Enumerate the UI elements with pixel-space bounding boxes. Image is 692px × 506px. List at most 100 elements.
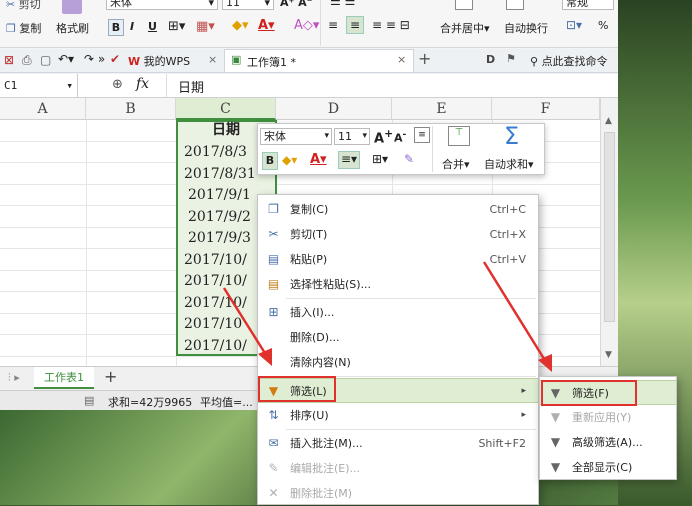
cell-date[interactable]: 2017/9/3 — [188, 228, 251, 250]
print-icon[interactable]: ⎙ — [22, 53, 32, 68]
menu-separator — [286, 298, 536, 299]
status-average: 平均值=... — [200, 396, 253, 409]
eraser-icon[interactable]: ✎ — [404, 152, 414, 166]
bold-button[interactable]: B — [108, 19, 124, 36]
number-format-select[interactable]: 常规 — [562, 0, 614, 10]
close-tab-icon[interactable]: × — [397, 53, 406, 66]
add-sheet-button[interactable]: + — [104, 367, 117, 386]
cell-date[interactable]: 2017/10 — [184, 314, 242, 336]
zoom-icon[interactable]: ⊕ — [112, 77, 123, 92]
align-top-icon[interactable]: ☰ ☰ — [330, 0, 355, 8]
reapply-icon: ▼ — [550, 410, 561, 424]
percent-button[interactable]: % — [598, 19, 608, 32]
format-cells-icon[interactable]: ≡ — [414, 127, 430, 143]
mini-merge-button[interactable]: 合并▾ — [442, 156, 470, 172]
cell-date[interactable]: 2017/10/ — [184, 271, 247, 293]
pin-icon[interactable]: ✔ — [110, 52, 120, 66]
menu-item-paste-special[interactable]: ▤ 选择性粘贴(S)... — [258, 272, 538, 297]
undo-icon[interactable]: ↶▾ — [58, 52, 74, 66]
menu-item-delete-comment[interactable]: ✕ 删除批注(M) — [258, 481, 538, 506]
column-header-f[interactable]: F — [492, 98, 600, 120]
menu-item-edit-comment[interactable]: ✎ 编辑批注(E)... — [258, 456, 538, 481]
menu-item-sort[interactable]: ⇅ 排序(U) ▸ — [258, 403, 538, 428]
paint-bucket-icon[interactable]: ◆▾ — [232, 18, 249, 33]
scroll-thumb[interactable] — [604, 132, 615, 322]
shrink-font-button[interactable]: A- — [394, 129, 406, 145]
column-header-a[interactable]: A — [0, 98, 86, 120]
cell-date[interactable]: 2017/10/ — [184, 250, 247, 272]
italic-button[interactable]: I — [130, 20, 134, 33]
paste-special-icon: ▤ — [267, 277, 280, 291]
scroll-down-icon[interactable]: ▼ — [605, 350, 612, 360]
cell-date[interactable]: 2017/10/ — [184, 293, 247, 315]
menu-item-paste[interactable]: ▤ 粘贴(P) Ctrl+V — [258, 247, 538, 272]
submenu-item-advanced-filter[interactable]: ▼ 高级筛选(A)... — [540, 430, 676, 455]
search-command[interactable]: ⚲ 点此查找命令 — [530, 53, 608, 69]
name-box[interactable]: C1 ▾ — [0, 74, 78, 97]
menu-item-insert-comment[interactable]: ✉ 插入批注(M)... Shift+F2 — [258, 431, 538, 456]
mini-size-select[interactable]: 11 ▾ — [334, 128, 370, 145]
autosum-button[interactable]: 自动求和▾ — [484, 156, 534, 172]
menu-item-insert[interactable]: ⊞ 插入(I)... — [258, 300, 538, 325]
column-header-d[interactable]: D — [276, 98, 392, 120]
border-icon[interactable]: ⊞▾ — [372, 152, 388, 166]
share-icon[interactable]: ⚑ — [506, 52, 516, 65]
cell-date[interactable]: 2017/8/31 — [184, 164, 256, 186]
mini-font-select[interactable]: 宋体 ▾ — [260, 128, 332, 145]
column-header-c[interactable]: C — [176, 98, 276, 120]
increase-font-icon[interactable]: A⁺ A⁻ — [280, 0, 312, 9]
sheet-nav-icon[interactable]: ⫶ ▸ — [8, 371, 20, 385]
submenu-item-show-all[interactable]: ▼ 全部显示(C) — [540, 455, 676, 480]
cell-date[interactable]: 2017/9/2 — [188, 207, 251, 229]
tab-workbook[interactable]: ▣ 工作簿1 * × — [224, 49, 414, 72]
align-center-icon[interactable]: ≡ — [346, 16, 364, 34]
comment-icon: ✉ — [268, 436, 279, 450]
column-header-e[interactable]: E — [392, 98, 492, 120]
format-painter-button[interactable]: 格式刷 — [56, 20, 89, 36]
align-center-icon[interactable]: ≡▾ — [338, 151, 360, 169]
submenu-item-reapply[interactable]: ▼ 重新应用(Y) — [540, 405, 676, 430]
redo-icon[interactable]: ↷ » — [84, 52, 105, 66]
align-left-icon[interactable]: ≡ — [328, 18, 338, 32]
grow-font-button[interactable]: A+ — [374, 127, 393, 146]
cut-button[interactable]: ✂ 剪切 — [6, 0, 41, 12]
pdf-icon[interactable]: ⊠ — [4, 53, 14, 67]
font-color-icon[interactable]: A▾ — [310, 152, 327, 167]
vertical-scrollbar[interactable]: ▲ ▼ — [600, 98, 618, 366]
function-button[interactable]: fx — [136, 76, 149, 92]
border-icon[interactable]: ⊞▾ — [168, 19, 185, 34]
merge-center-button[interactable]: 合并居中▾ — [440, 20, 490, 36]
menu-item-clear-contents[interactable]: 清除内容(N) — [258, 350, 538, 375]
context-menu: ❐ 复制(C) Ctrl+C ✂ 剪切(T) Ctrl+X ▤ 粘贴(P) Ctrl+V ▤… — [257, 194, 539, 505]
scroll-up-icon[interactable]: ▲ — [605, 116, 612, 126]
font-name-select[interactable]: 宋体 ▾ — [106, 0, 218, 10]
sheet-tab[interactable]: 工作表1 — [34, 367, 94, 389]
mini-bold-button[interactable]: B — [262, 152, 278, 170]
clear-format-icon[interactable]: A◇▾ — [294, 18, 319, 33]
advanced-filter-icon: ▼ — [550, 435, 561, 449]
column-header-b[interactable]: B — [86, 98, 176, 120]
align-right-icon[interactable]: ≡ ≡ ⊟ — [372, 18, 410, 32]
formula-input[interactable]: 日期 — [178, 77, 204, 96]
underline-button[interactable]: U — [148, 20, 157, 33]
font-size-select[interactable]: 11 ▾ — [222, 0, 274, 10]
mini-toolbar: 宋体 ▾ 11 ▾ A+ A- ≡ B ◆▾ A▾ ≡▾ ⊞▾ ✎ ⊤ 合并▾ Σ … — [257, 122, 545, 175]
wps-logo-icon: W — [128, 55, 141, 68]
menu-item-delete[interactable]: 删除(D)... — [258, 325, 538, 350]
close-tab-icon[interactable]: × — [208, 53, 217, 66]
add-tab-button[interactable]: + — [418, 49, 431, 68]
tab-my-wps[interactable]: W 我的WPS — [128, 53, 190, 69]
menu-item-cut[interactable]: ✂ 剪切(T) Ctrl+X — [258, 222, 538, 247]
copy-button[interactable]: ❐ 复制 — [6, 20, 41, 36]
currency-icon[interactable]: ⊡▾ — [566, 18, 582, 32]
fill-color-icon[interactable]: ▦▾ — [196, 19, 215, 34]
wrap-text-button[interactable]: 自动换行 — [504, 20, 548, 36]
font-color-icon[interactable]: A▾ — [258, 18, 275, 33]
menu-item-copy[interactable]: ❐ 复制(C) Ctrl+C — [258, 197, 538, 222]
cell-date[interactable]: 2017/8/3 — [184, 142, 247, 164]
cell-date[interactable]: 2017/9/1 — [188, 185, 251, 207]
paint-bucket-icon[interactable]: ◆▾ — [282, 153, 297, 167]
skin-icon[interactable]: D — [486, 53, 495, 66]
cell-date[interactable]: 2017/10/ — [184, 336, 247, 358]
preview-icon[interactable]: ▢ — [40, 53, 51, 67]
